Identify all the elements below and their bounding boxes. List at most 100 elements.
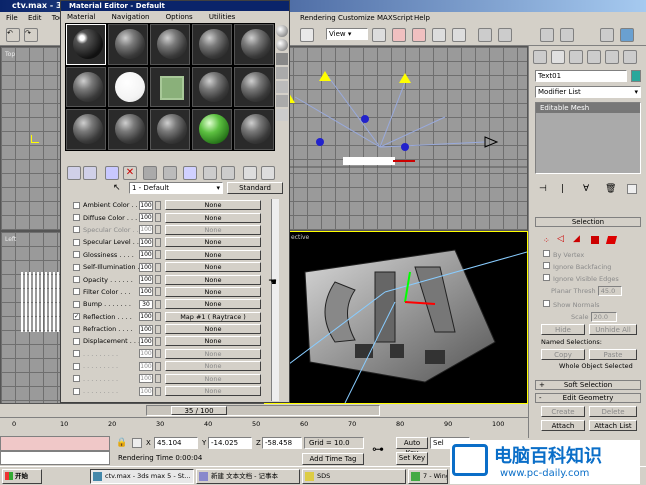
menu-maxscript[interactable]: MAXScript [377, 12, 413, 24]
vertex-icon[interactable]: ⁘ [543, 236, 550, 245]
show-end-result-icon[interactable] [221, 166, 235, 180]
map-amount-spinner[interactable] [155, 275, 161, 285]
map-amount-input[interactable]: 100 [139, 262, 153, 272]
time-slider-track[interactable]: 35 / 100 [146, 405, 380, 416]
background-icon[interactable] [276, 53, 288, 65]
backlight-icon[interactable] [276, 39, 288, 51]
map-amount-spinner[interactable] [155, 200, 161, 210]
make-preview-icon[interactable] [276, 95, 288, 107]
map-enable-checkbox[interactable] [73, 276, 80, 284]
map-amount-spinner[interactable] [155, 386, 161, 396]
add-time-tag-button[interactable]: Add Time Tag [302, 453, 364, 465]
polygon-icon[interactable] [591, 236, 599, 244]
y-coordinate-field[interactable]: -14.025 [208, 437, 252, 449]
view-select[interactable]: View ▾ [326, 28, 368, 40]
sample-slot[interactable] [150, 109, 190, 150]
map-amount-spinner[interactable] [155, 237, 161, 247]
me-menu-options[interactable]: Options [166, 13, 193, 21]
map-enable-checkbox[interactable] [73, 226, 80, 234]
go-sibling-icon[interactable] [261, 166, 275, 180]
map-enable-checkbox[interactable] [73, 201, 80, 209]
map-slot-button[interactable]: None [165, 212, 261, 223]
modifier-list-dropdown[interactable]: Modifier List ▾ [535, 86, 641, 98]
display-tab-icon[interactable] [605, 50, 619, 64]
me-menu-navigation[interactable]: Navigation [112, 13, 150, 21]
viewport-front[interactable] [264, 46, 529, 231]
modify-tab-icon[interactable] [551, 50, 565, 64]
map-amount-input[interactable]: 100 [139, 361, 153, 371]
curve-editor-icon[interactable] [560, 28, 574, 42]
map-amount-input[interactable]: 100 [139, 287, 153, 297]
map-slot-button[interactable]: None [165, 336, 261, 347]
sample-slot[interactable] [150, 24, 190, 65]
map-enable-checkbox[interactable] [73, 350, 80, 358]
checkbox[interactable] [543, 274, 550, 281]
menu-help[interactable]: Help [414, 12, 430, 24]
map-amount-spinner[interactable] [155, 213, 161, 223]
show-map-icon[interactable] [203, 166, 217, 180]
video-check-icon[interactable] [276, 81, 288, 93]
align-icon[interactable] [498, 28, 512, 42]
map-amount-input[interactable]: 100 [139, 237, 153, 247]
attach-button[interactable]: Attach [541, 420, 585, 431]
element-icon[interactable] [605, 236, 618, 244]
utilities-tab-icon[interactable] [623, 50, 637, 64]
map-slot-button[interactable]: None [165, 249, 261, 260]
configure-sets-icon[interactable] [627, 184, 637, 194]
taskbar-item[interactable]: ctv.max - 3ds max 5 - St... [90, 469, 194, 484]
map-amount-input[interactable]: 100 [139, 312, 153, 322]
map-enable-checkbox[interactable] [73, 337, 80, 345]
start-button[interactable]: 开始 [2, 469, 42, 484]
map-slot-button[interactable]: None [165, 286, 261, 297]
me-scrollbar[interactable] [271, 199, 279, 401]
sample-slot[interactable] [234, 66, 274, 108]
object-name-field[interactable]: Text01 [535, 70, 627, 82]
map-enable-checkbox[interactable] [73, 238, 80, 246]
by-vertex-option[interactable]: By Vertex [543, 250, 584, 259]
motion-tab-icon[interactable] [587, 50, 601, 64]
pin-stack-icon[interactable]: ⊣ [539, 184, 547, 194]
pick-material-icon[interactable]: ↖ [113, 183, 121, 193]
map-enable-checkbox[interactable]: ✓ [73, 313, 80, 321]
map-amount-input[interactable]: 100 [139, 374, 153, 384]
modifier-stack[interactable]: Editable Mesh [535, 102, 641, 174]
redo-icon[interactable]: ↷ [24, 28, 38, 42]
stack-item[interactable]: Editable Mesh [536, 103, 640, 113]
taskbar-item[interactable]: 新建 文本文档 - 记事本 [196, 469, 300, 484]
select-icon[interactable] [300, 28, 314, 42]
assign-material-icon[interactable] [105, 166, 119, 180]
planar-thresh-input[interactable]: 45.0 [597, 286, 622, 296]
menu-rendering[interactable]: Rendering [300, 12, 336, 24]
material-effects-icon[interactable] [183, 166, 197, 180]
make-unique-stack-icon[interactable]: ∀ [583, 184, 589, 194]
map-enable-checkbox[interactable] [73, 263, 80, 271]
map-amount-input[interactable]: 100 [139, 213, 153, 223]
map-slot-button[interactable]: None [165, 262, 261, 273]
quick-render-icon[interactable] [620, 28, 634, 42]
map-enable-checkbox[interactable] [73, 288, 80, 296]
sample-slot[interactable] [192, 66, 232, 108]
x-coordinate-field[interactable]: 45.104 [154, 437, 198, 449]
map-enable-checkbox[interactable] [73, 300, 80, 308]
map-amount-input[interactable]: 100 [139, 386, 153, 396]
move-icon[interactable] [372, 28, 386, 42]
sample-type-icon[interactable] [276, 25, 288, 37]
face-icon[interactable]: ◢ [573, 234, 580, 244]
map-amount-spinner[interactable] [155, 312, 161, 322]
object-color-swatch[interactable] [631, 70, 641, 82]
selection-rollout-header[interactable]: Selection [535, 217, 641, 227]
map-amount-spinner[interactable] [155, 349, 161, 359]
auto-key-button[interactable]: Auto Key [396, 437, 428, 457]
map-amount-input[interactable]: 100 [139, 225, 153, 235]
map-slot-button[interactable]: None [165, 348, 261, 359]
map-amount-input[interactable]: 100 [139, 324, 153, 334]
maxscript-listener[interactable] [0, 436, 110, 451]
map-amount-spinner[interactable] [155, 262, 161, 272]
map-enable-checkbox[interactable] [73, 387, 80, 395]
track-bar[interactable]: 0 10 20 30 40 50 60 70 80 90 100 [0, 417, 528, 435]
sample-slot[interactable] [234, 24, 274, 65]
sample-slot[interactable] [192, 109, 232, 150]
checkbox[interactable] [543, 250, 550, 257]
lock-icon[interactable]: 🔒 [116, 438, 127, 448]
make-unique-icon[interactable] [143, 166, 157, 180]
